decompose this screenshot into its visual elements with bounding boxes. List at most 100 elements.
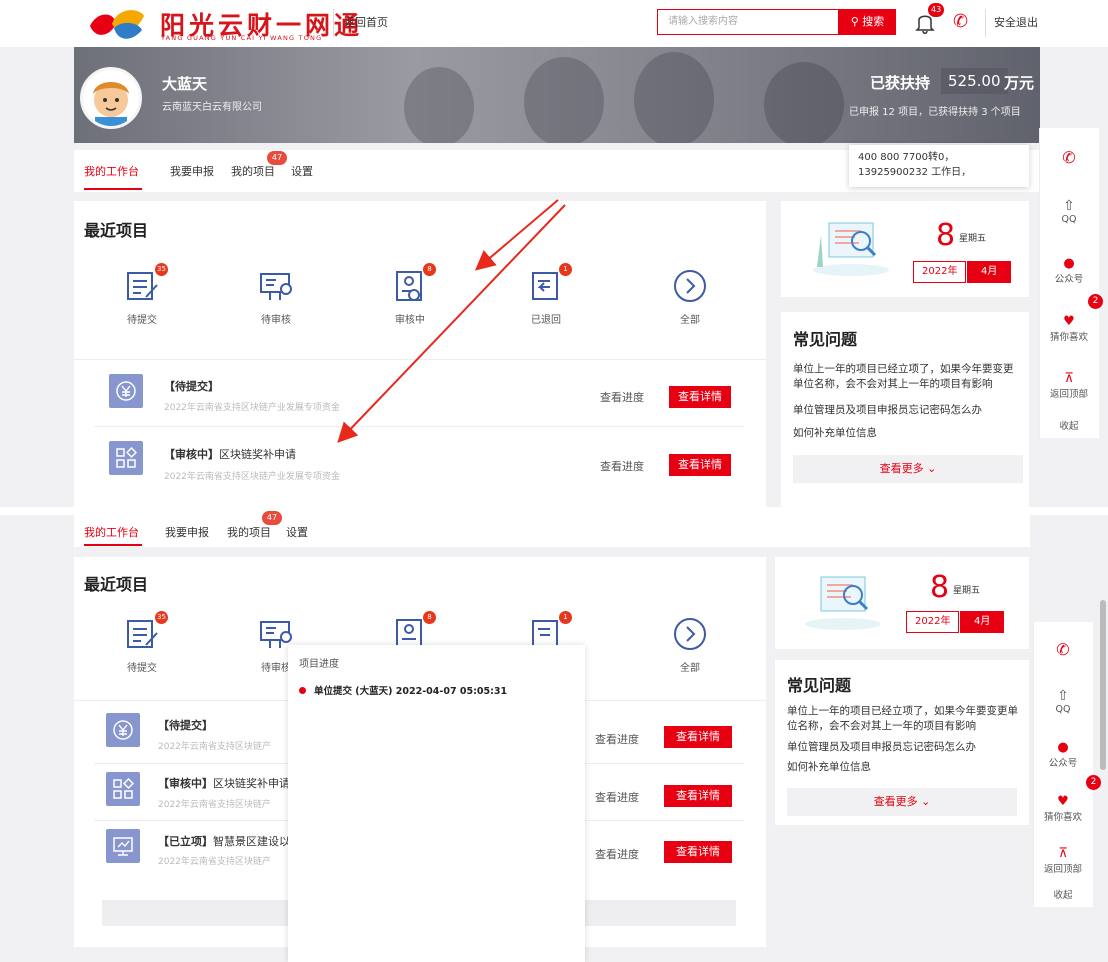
calendar-year[interactable]: 2022年: [913, 261, 967, 283]
timeline-item: 单位提交 (大蓝天) 2022-04-07 05:05:31: [314, 686, 508, 697]
screenshot-divider: [0, 507, 1108, 515]
category-label: 全部: [680, 663, 700, 674]
wechat-icon: ●: [1063, 256, 1075, 271]
timeline-dot: [299, 687, 306, 694]
tab-workbench[interactable]: 我的工作台: [84, 524, 139, 540]
faq-item[interactable]: 单位上一年的项目已经立项了，如果今年要变更单位名称，会不会对其上一年的项目有影响: [787, 704, 1021, 734]
category-badge: 1: [559, 611, 572, 624]
faq-more-button[interactable]: 查看更多 ⌄: [793, 455, 1023, 483]
like-button[interactable]: ♥ 猜你喜欢: [1040, 314, 1098, 343]
faq-more-button[interactable]: 查看更多 ⌄: [787, 788, 1017, 816]
faq-more-label: 查看更多: [879, 462, 924, 475]
project-status: 【审核中】: [158, 777, 213, 790]
project-title[interactable]: 【审核中】区块链奖补申请: [158, 775, 290, 791]
wechat-button[interactable]: ● 公众号: [1040, 256, 1098, 285]
tab-settings[interactable]: 设置: [286, 524, 308, 540]
wechat-label: 公众号: [1048, 758, 1078, 769]
faq-more-label: 查看更多: [873, 795, 918, 808]
qq-button[interactable]: ⇧ QQ: [1040, 198, 1098, 225]
view-details-button[interactable]: 查看详情: [664, 841, 732, 863]
calendar-day: 8: [936, 218, 956, 253]
like-label: 猜你喜欢: [1043, 812, 1082, 823]
like-badge: 2: [1086, 775, 1101, 790]
project-fund: 2022年云南省支持区块链产: [158, 857, 271, 867]
yuan-icon: [106, 713, 140, 747]
tab-my-projects[interactable]: 我的项目: [227, 524, 271, 540]
project-status: 【待提交】: [158, 719, 213, 732]
back-to-top-button[interactable]: ⊼ 返回顶部: [1040, 371, 1098, 400]
tab-apply[interactable]: 我要申报: [165, 524, 209, 540]
project-status: 【已立项】: [158, 835, 213, 848]
calendar-month[interactable]: 4月: [960, 611, 1005, 633]
faq-item[interactable]: 如何补充单位信息: [793, 426, 877, 441]
qq-icon: ⇧: [1063, 198, 1075, 214]
side-toolbar: ✆ ⇧ QQ ● 公众号 ♥ 猜你喜欢 2 ⊼ 返回顶部 收起: [1033, 622, 1101, 907]
category-badge: 35: [155, 611, 168, 624]
category-badge: 8: [423, 611, 436, 624]
qq-button[interactable]: ⇧ QQ: [1034, 688, 1092, 715]
faq-card: 常见问题 单位上一年的项目已经立项了，如果今年要变更单位名称，会不会对其上一年的…: [781, 312, 1029, 507]
calendar-card: 8 星期五 2022年 4月: [775, 557, 1029, 649]
grid-icon: [106, 772, 140, 806]
category-label: 待提交: [127, 663, 157, 674]
faq-item[interactable]: 单位管理员及项目申报员忘记密码怎么办: [793, 403, 982, 418]
like-badge: 2: [1088, 294, 1103, 309]
project-fund: 2022年云南省支持区块链产: [158, 800, 271, 810]
wechat-button[interactable]: ● 公众号: [1034, 740, 1092, 769]
chevron-down-icon: ⌄: [921, 795, 931, 808]
collapse-button[interactable]: 收起: [1040, 418, 1098, 432]
calendar-card: 8 星期五 2022年 4月: [781, 201, 1029, 297]
view-details-button[interactable]: 查看详情: [664, 726, 732, 748]
category-pending-submit[interactable]: 35 待提交: [102, 611, 182, 674]
tab-underline: [84, 544, 142, 546]
calendar-month[interactable]: 4月: [967, 261, 1012, 283]
qq-icon: ⇧: [1057, 688, 1069, 704]
pending-submit-icon: [127, 620, 158, 648]
calendar-illustration-icon: [805, 576, 881, 630]
tab-bar: 我的工作台 我要申报 我的项目 47 设置: [74, 511, 1030, 547]
chevron-right-icon: [674, 618, 706, 650]
collapse-button[interactable]: 收起: [1034, 887, 1092, 901]
faq-item[interactable]: 单位管理员及项目申报员忘记密码怎么办: [787, 740, 976, 755]
recent-projects-title: 最近项目: [84, 575, 149, 594]
popup-title: 项目进度: [299, 659, 339, 670]
project-name: 智慧景区建设以: [213, 835, 290, 848]
project-title[interactable]: 【已立项】智慧景区建设以: [158, 833, 290, 849]
back-to-top-button[interactable]: ⊼ 返回顶部: [1034, 846, 1092, 875]
view-progress-link[interactable]: 查看进度: [595, 731, 639, 747]
monitor-icon: [106, 829, 140, 863]
project-fund: 2022年云南省支持区块链产: [158, 742, 271, 752]
arrow-up-icon: ⊼: [1064, 371, 1074, 386]
back-to-top-label: 返回顶部: [1043, 864, 1082, 875]
calendar-year[interactable]: 2022年: [906, 611, 960, 633]
faq-title: 常见问题: [793, 330, 858, 349]
wechat-label: 公众号: [1054, 274, 1084, 285]
qq-label: QQ: [1061, 214, 1077, 225]
like-button[interactable]: ♥ 猜你喜欢: [1034, 794, 1092, 823]
view-progress-link[interactable]: 查看进度: [595, 789, 639, 805]
scrollbar[interactable]: [1100, 600, 1106, 770]
faq-item[interactable]: 单位上一年的项目已经立项了，如果今年要变更单位名称，会不会对其上一年的项目有影响: [793, 362, 1021, 392]
category-all[interactable]: 全部: [650, 617, 730, 674]
view-details-button[interactable]: 查看详情: [664, 785, 732, 807]
like-label: 猜你喜欢: [1049, 332, 1088, 343]
project-name: 区块链奖补申请: [213, 777, 290, 790]
project-progress-popup: 项目进度 单位提交 (大蓝天) 2022-04-07 05:05:31: [288, 645, 585, 962]
heart-icon: ♥: [1057, 794, 1069, 809]
faq-title: 常见问题: [787, 676, 852, 695]
chevron-down-icon: ⌄: [927, 462, 937, 475]
view-progress-link[interactable]: 查看进度: [595, 846, 639, 862]
calendar-illustration-icon: [813, 222, 889, 276]
phone-icon[interactable]: ✆: [1040, 148, 1098, 167]
wechat-icon: ●: [1057, 740, 1069, 755]
phone-icon[interactable]: ✆: [1034, 640, 1092, 659]
qq-label: QQ: [1055, 704, 1071, 715]
faq-item[interactable]: 如何补充单位信息: [787, 760, 871, 775]
heart-icon: ♥: [1063, 314, 1075, 329]
side-toolbar: ✆ ⇧ QQ ● 公众号 ♥ 猜你喜欢 2 ⊼ 返回顶部 收起: [1039, 128, 1103, 438]
calendar-weekday: 星期五: [953, 586, 981, 596]
project-title[interactable]: 【待提交】: [158, 717, 213, 733]
projects-badge: 47: [262, 511, 282, 525]
calendar-day: 8: [930, 570, 950, 605]
arrow-up-icon: ⊼: [1058, 846, 1068, 861]
